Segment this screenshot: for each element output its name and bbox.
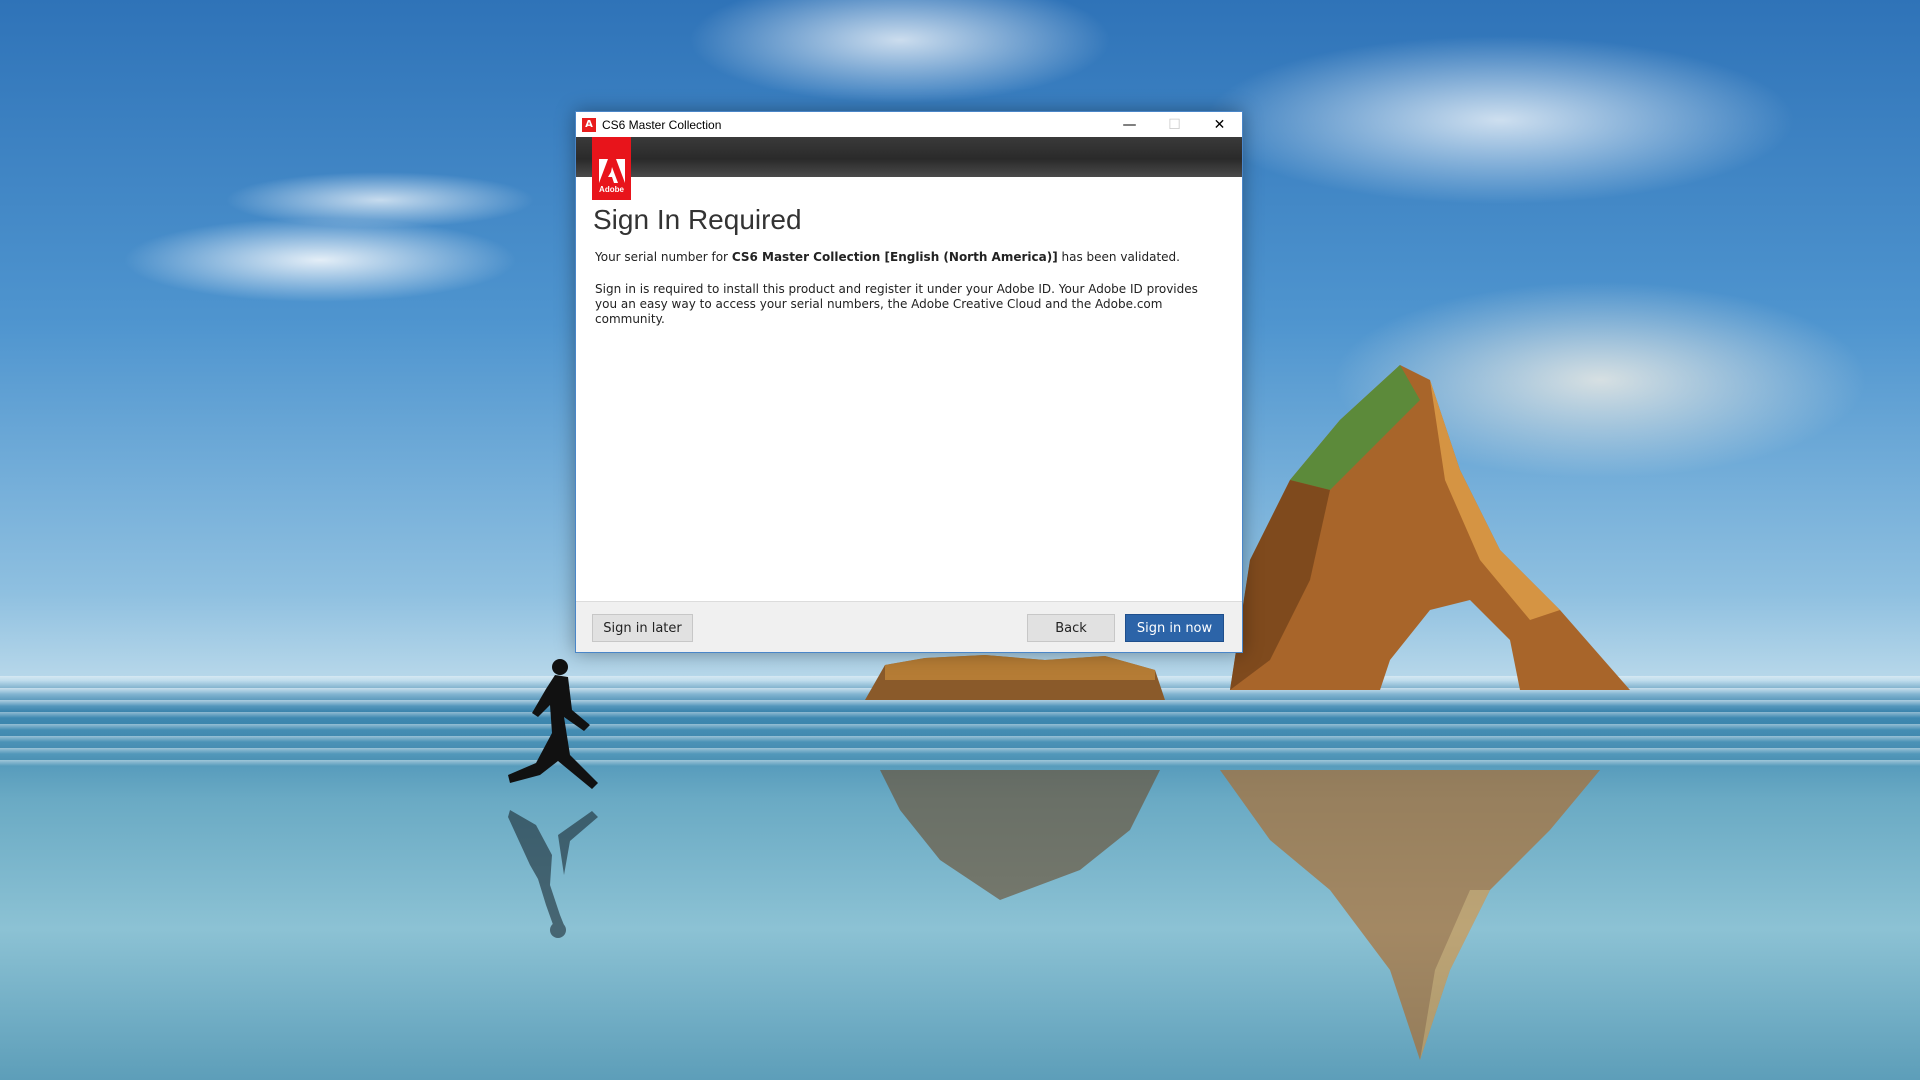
sign-in-now-button[interactable]: Sign in now	[1125, 614, 1224, 642]
serial-validated-text: Your serial number for CS6 Master Collec…	[595, 250, 1226, 265]
wallpaper-small-rock	[865, 655, 1165, 700]
serial-product-name: CS6 Master Collection [English (North Am…	[731, 250, 1058, 264]
wallpaper-runner-silhouette	[508, 659, 598, 789]
dialog-footer: Sign in later Back Sign in now	[576, 601, 1242, 652]
close-button[interactable]: ✕	[1197, 112, 1242, 137]
window-title: CS6 Master Collection	[602, 117, 722, 132]
serial-prefix: Your serial number for	[595, 250, 732, 264]
back-button[interactable]: Back	[1027, 614, 1115, 642]
sign-in-later-button[interactable]: Sign in later	[592, 614, 693, 642]
header-band: Adobe	[576, 137, 1242, 200]
adobe-logo-word: Adobe	[599, 185, 624, 194]
maximize-icon: ☐	[1168, 116, 1181, 133]
wallpaper-small-rock-reflection	[880, 770, 1160, 900]
serial-suffix: has been validated.	[1057, 250, 1180, 264]
adobe-app-icon: A	[582, 117, 596, 132]
minimize-button[interactable]: —	[1107, 112, 1152, 137]
wallpaper-rock-arch	[1230, 365, 1630, 690]
maximize-button: ☐	[1152, 112, 1197, 137]
title-bar[interactable]: A CS6 Master Collection — ☐ ✕	[576, 112, 1242, 137]
close-icon: ✕	[1213, 116, 1226, 133]
window-controls: — ☐ ✕	[1107, 112, 1242, 137]
adobe-logo-icon	[598, 159, 625, 183]
wallpaper-rock-reflection	[1220, 770, 1600, 1060]
sign-in-explanation: Sign in is required to install this prod…	[595, 282, 1198, 326]
wallpaper-runner-reflection	[508, 810, 598, 938]
page-title: Sign In Required	[593, 204, 802, 235]
installer-dialog: A CS6 Master Collection — ☐ ✕ Adobe Sign…	[575, 111, 1243, 653]
dialog-content: Sign In Required Your serial number for …	[576, 177, 1242, 327]
adobe-logo: Adobe	[592, 137, 631, 200]
minimize-icon: —	[1122, 116, 1137, 133]
